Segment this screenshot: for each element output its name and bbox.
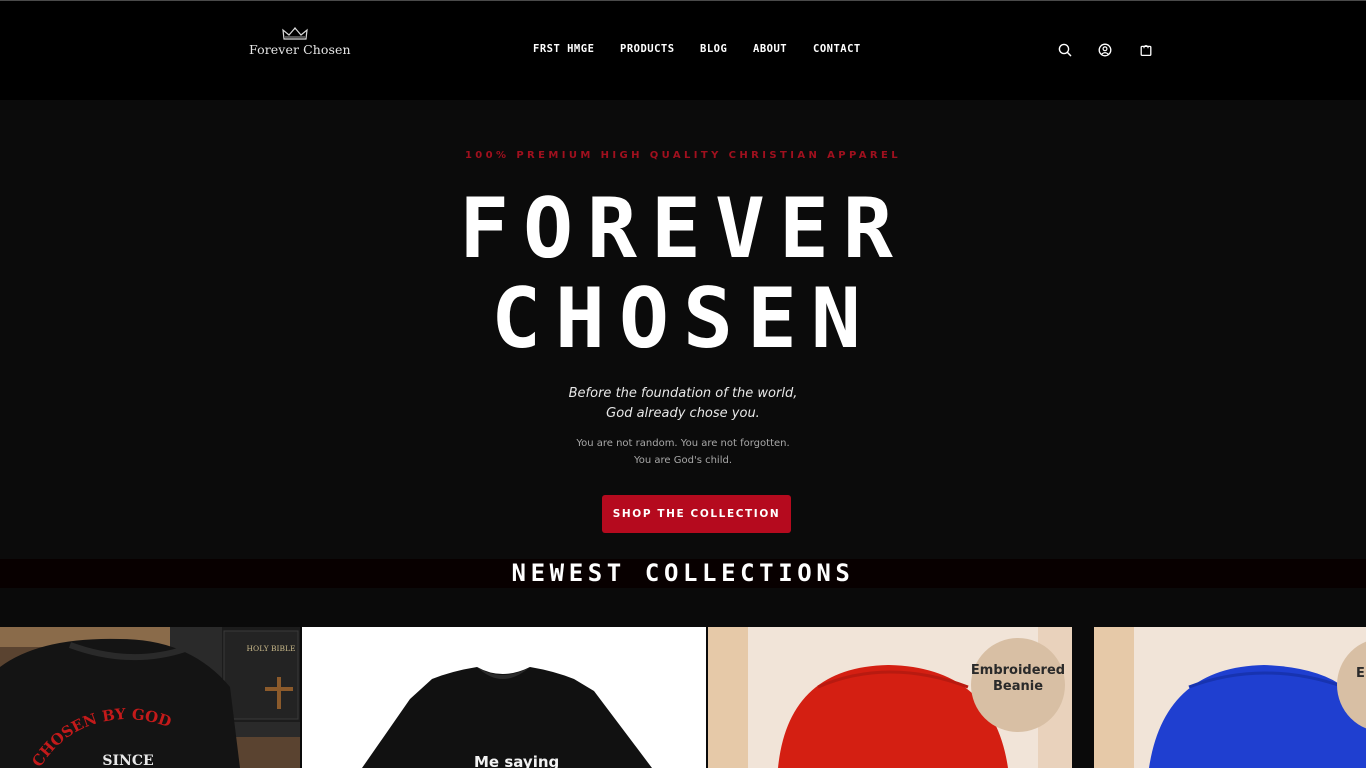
hero-eyebrow: 100% PREMIUM HIGH QUALITY CHRISTIAN APPA… (464, 150, 902, 161)
shop-collection-button[interactable]: SHOP THE COLLECTION (602, 495, 791, 533)
hero-tagline-line-2: God already chose you. (606, 406, 760, 421)
hero-tagline-line-1: Before the foundation of the world, (568, 386, 798, 401)
sweatshirt-image: HOLY BIBLE CHOSEN BY GOD SINCE (0, 627, 300, 768)
nav-item-blog[interactable]: BLOG (700, 43, 727, 55)
logo-text: Forever Chosen (249, 42, 351, 57)
tshirt-image: Me saying (302, 627, 706, 768)
blue-beanie-badge-text: E (1356, 666, 1365, 681)
nav-item-home[interactable]: FRST HMGE (533, 43, 594, 55)
site-header: Forever Chosen FRST HMGE PRODUCTS BLOG A… (0, 1, 1366, 100)
account-icon[interactable] (1097, 42, 1113, 58)
nav-item-contact[interactable]: CONTACT (813, 43, 861, 55)
hero-subtext-line-2: You are God's child. (633, 455, 733, 466)
product-grid: HOLY BIBLE CHOSEN BY GOD SINCE Me saying (0, 627, 1366, 768)
hero-section: 100% PREMIUM HIGH QUALITY CHRISTIAN APPA… (0, 100, 1366, 559)
tshirt-print-text: Me saying (474, 753, 559, 768)
beanie-badge-line-2: Beanie (993, 679, 1043, 694)
cart-icon[interactable] (1138, 42, 1154, 58)
red-beanie-image: Embroidered Beanie (708, 627, 1072, 768)
header-icons (1057, 42, 1157, 60)
hero-title-line-1: FOREVER (459, 180, 907, 277)
hero-subtext-line-1: You are not random. You are not forgotte… (576, 438, 790, 449)
search-icon[interactable] (1057, 42, 1073, 58)
blue-beanie-image: E (1094, 627, 1366, 768)
bible-text-1: HOLY BIBLE (247, 644, 296, 653)
product-card-red-beanie[interactable]: Embroidered Beanie (708, 627, 1072, 768)
collections-header-band: NEWEST COLLECTIONS (0, 559, 1366, 588)
product-card-tshirt[interactable]: Me saying (302, 627, 706, 768)
nav-item-about[interactable]: ABOUT (753, 43, 787, 55)
hero-title-line-2: CHOSEN (491, 270, 875, 367)
sweatshirt-print-since: SINCE (102, 753, 153, 768)
product-card-sweatshirt[interactable]: HOLY BIBLE CHOSEN BY GOD SINCE (0, 627, 300, 768)
section-spacer (0, 588, 1366, 627)
site-logo[interactable]: Forever Chosen (249, 27, 351, 61)
nav-item-products[interactable]: PRODUCTS (620, 43, 675, 55)
hero-tagline: Before the foundation of the world, God … (0, 384, 1366, 424)
hero-subtext: You are not random. You are not forgotte… (0, 435, 1366, 469)
hero-title: FOREVER CHOSEN (0, 184, 1366, 364)
collections-title: NEWEST COLLECTIONS (511, 559, 855, 587)
beanie-badge-line-1: Embroidered (971, 663, 1065, 678)
crown-icon (282, 27, 308, 40)
product-card-blue-beanie[interactable]: E (1094, 627, 1366, 768)
